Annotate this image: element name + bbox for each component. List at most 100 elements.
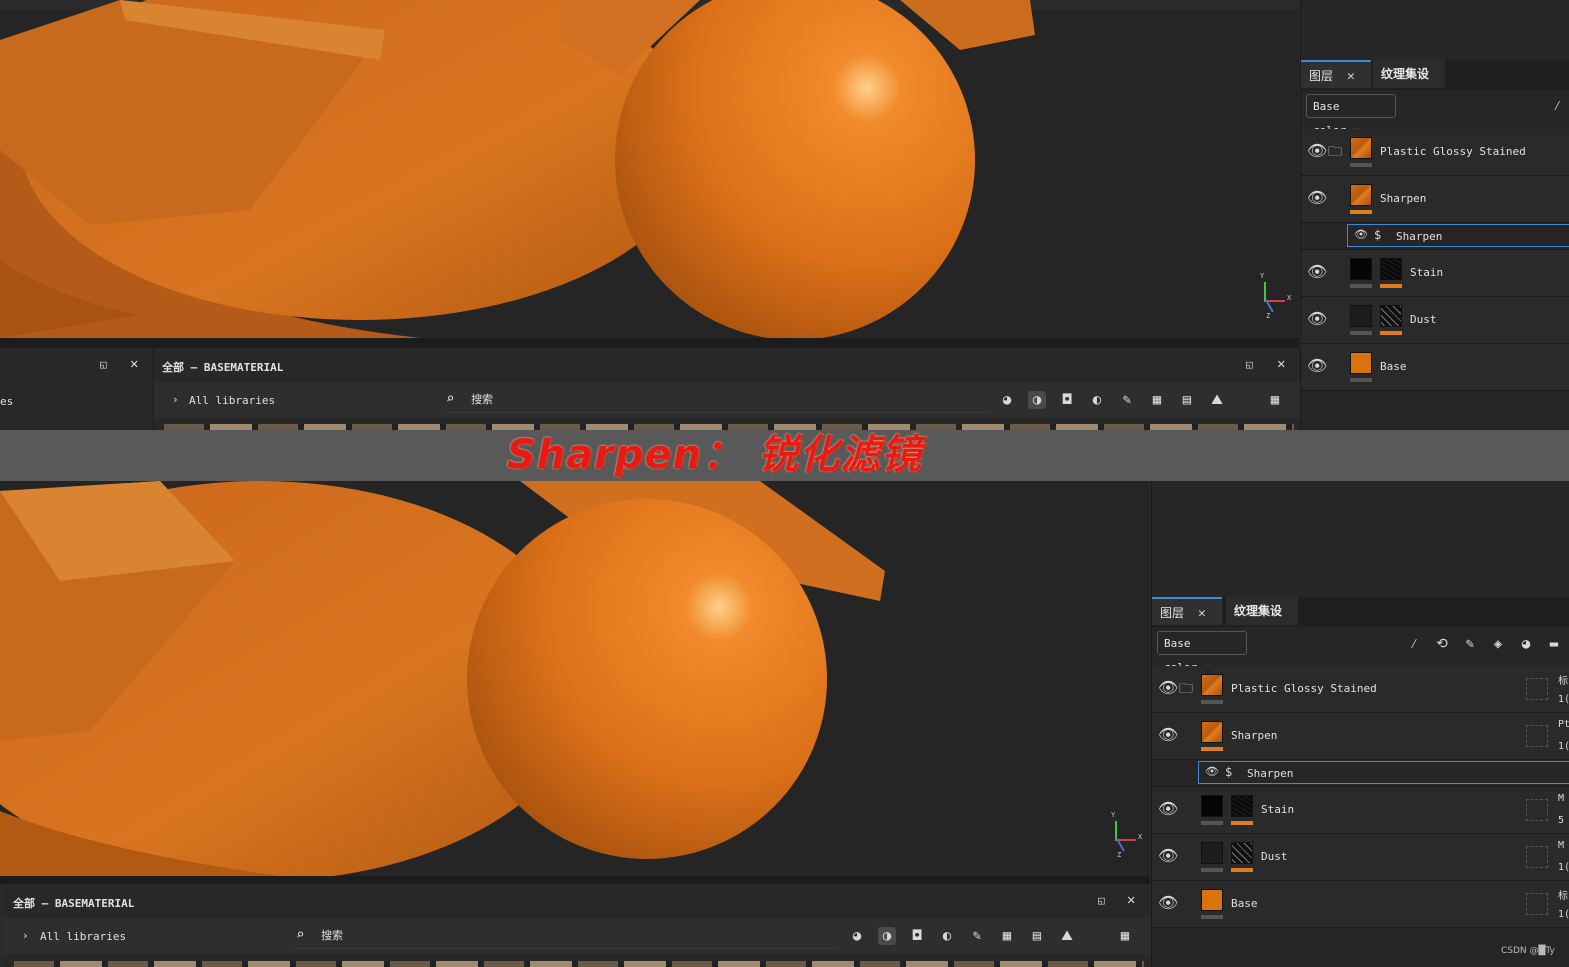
layer-thumbnail [1350, 184, 1372, 206]
blend-mode-label[interactable]: 标 [1558, 887, 1568, 902]
layer-row[interactable]: 👁 🗀 Plastic Glossy Stained [1301, 129, 1569, 176]
filter-environments-icon[interactable]: ⛰ [1208, 391, 1226, 409]
add-smart-material-icon[interactable]: ◕ [1517, 635, 1535, 653]
material-thumbnails-strip [14, 961, 1144, 967]
tab-texture-set[interactable]: 纹理集设置 [1226, 597, 1298, 646]
effect-name: Sharpen [1396, 230, 1443, 243]
filter-materials-icon[interactable]: ◕ [998, 391, 1016, 409]
layer-row[interactable]: 👁 Stain [1301, 250, 1569, 297]
filter-materials-icon[interactable]: ◕ [848, 927, 866, 945]
layer-thumbnail [1350, 137, 1372, 159]
filter-smart-materials-icon[interactable]: ◑ [878, 927, 896, 945]
filter-masks-icon[interactable]: ◘ [908, 927, 926, 945]
viewport-bottom-edge [0, 876, 1150, 884]
search-field[interactable]: ⌕ 搜索 [444, 386, 989, 413]
filter-effect-row[interactable]: 👁 $ Sharpen [1152, 760, 1569, 787]
eye-icon[interactable]: 👁 [1307, 309, 1327, 328]
layer-row[interactable]: 👁 Sharpen [1301, 176, 1569, 223]
blend-mode-label[interactable]: 标 [1558, 672, 1568, 687]
close-icon[interactable]: ✕ [130, 356, 138, 372]
layer-name: Dust [1410, 313, 1437, 326]
add-fill-layer-icon[interactable]: ◈ [1489, 635, 1507, 653]
eye-icon[interactable]: 👁 [1158, 678, 1178, 697]
layer-mask-slot[interactable] [1526, 725, 1548, 747]
eye-icon[interactable]: 👁 [1307, 356, 1327, 375]
axis-x-label: X [1138, 833, 1143, 841]
search-input[interactable]: 搜索 [321, 929, 343, 942]
filter-masks-icon[interactable]: ◘ [1058, 391, 1076, 409]
eye-icon[interactable]: 👁 [1307, 262, 1327, 281]
eye-icon[interactable]: 👁 [1158, 846, 1178, 865]
filter-brushes-icon[interactable]: ✎ [968, 927, 986, 945]
blend-mode-label[interactable]: M [1558, 793, 1564, 804]
chevron-right-icon[interactable]: › [22, 929, 29, 942]
filter-alphas-icon[interactable]: ▤ [1178, 391, 1196, 409]
opacity-value[interactable]: 1( [1558, 862, 1569, 873]
blend-mode-label[interactable]: M [1558, 840, 1564, 851]
close-icon[interactable]: ✕ [1198, 606, 1206, 621]
add-folder-icon[interactable]: ▬ [1545, 635, 1563, 653]
close-icon[interactable]: ✕ [1277, 356, 1285, 372]
maximize-icon[interactable]: ◱ [1246, 358, 1253, 371]
layer-row[interactable]: 👁 Sharpen Pt 1( [1152, 713, 1569, 760]
opacity-value[interactable]: 1( [1558, 694, 1569, 705]
filter-alphas-icon[interactable]: ▤ [1028, 927, 1046, 945]
filter-smart-materials-icon[interactable]: ◑ [1028, 391, 1046, 409]
eye-icon[interactable]: 👁 [1354, 228, 1368, 241]
tab-layers[interactable]: 图层 ✕ [1301, 60, 1371, 88]
add-paint-layer-icon[interactable]: ✎ [1461, 635, 1479, 653]
layer-mask-slot[interactable] [1526, 799, 1548, 821]
layer-row[interactable]: 👁 Base [1301, 344, 1569, 391]
layer-row[interactable]: 👁 Dust M 1( [1152, 834, 1569, 881]
layer-thumbnail [1201, 674, 1223, 696]
layer-mask-slot[interactable] [1526, 678, 1548, 700]
close-icon[interactable]: ✕ [1347, 69, 1355, 84]
all-libraries-button[interactable]: All libraries [189, 394, 275, 407]
eye-icon[interactable]: 👁 [1205, 765, 1219, 778]
search-input[interactable]: 搜索 [471, 393, 493, 406]
opacity-value[interactable]: 1( [1558, 909, 1569, 920]
viewport-3d-top[interactable]: Y X Z [0, 0, 1299, 338]
add-effect-icon[interactable]: ⁄ [1405, 635, 1423, 653]
layer-row[interactable]: 👁 Stain M 5 [1152, 787, 1569, 834]
maximize-icon[interactable]: ◱ [1098, 894, 1105, 907]
filter-textures-icon[interactable]: ▦ [998, 927, 1016, 945]
filter-generators-icon[interactable]: ◐ [938, 927, 956, 945]
filter-generators-icon[interactable]: ◐ [1088, 391, 1106, 409]
eye-icon[interactable]: 👁 [1158, 799, 1178, 818]
layer-thumbnail [1201, 795, 1223, 817]
filter-brushes-icon[interactable]: ✎ [1118, 391, 1136, 409]
viewport-3d-bottom[interactable]: Y X Z [0, 481, 1150, 876]
tab-layers[interactable]: 图层 ✕ [1152, 597, 1222, 625]
grid-icon[interactable]: ▦ [1116, 927, 1134, 945]
axis-z-label: Z [1117, 851, 1122, 859]
maximize-icon[interactable]: ◱ [100, 358, 107, 371]
blend-mode-label[interactable]: Pt [1558, 719, 1569, 730]
chevron-right-icon[interactable]: › [172, 393, 179, 406]
add-mask-icon[interactable]: ⟲ [1433, 635, 1451, 653]
opacity-value[interactable]: 1( [1558, 741, 1569, 752]
grid-icon[interactable]: ▦ [1266, 391, 1284, 409]
layer-mask-slot[interactable] [1526, 846, 1548, 868]
eye-icon[interactable]: 👁 [1307, 141, 1327, 160]
tab-texture-set[interactable]: 纹理集设置 [1373, 60, 1445, 109]
channel-dropdown[interactable]: Base color∨ [1157, 631, 1247, 674]
all-libraries-button[interactable]: All libraries [40, 930, 126, 943]
layer-row[interactable]: 👁 🗀 Plastic Glossy Stained 标 1( [1152, 666, 1569, 713]
layer-mask-slot[interactable] [1526, 893, 1548, 915]
layer-row[interactable]: 👁 Base 标 1( [1152, 881, 1569, 928]
filter-icon[interactable]: ⁄ [1553, 98, 1561, 115]
filter-effect-row[interactable]: 👁 $ Sharpen [1301, 223, 1569, 250]
eye-icon[interactable]: 👁 [1158, 725, 1178, 744]
filter-textures-icon[interactable]: ▦ [1148, 391, 1166, 409]
search-field[interactable]: ⌕ 搜索 [294, 922, 839, 949]
layer-row[interactable]: 👁 Dust [1301, 297, 1569, 344]
layers-panel-top: 图层✕ 纹理集设置 Base color∨ ⁄ 👁 🗀 Plastic Glos… [1300, 0, 1569, 430]
channel-dropdown[interactable]: Base color∨ [1306, 94, 1396, 137]
close-icon[interactable]: ✕ [1127, 892, 1135, 908]
filter-environments-icon[interactable]: ⛰ [1058, 927, 1076, 945]
eye-icon[interactable]: 👁 [1158, 893, 1178, 912]
eye-icon[interactable]: 👁 [1307, 188, 1327, 207]
layer-name: Plastic Glossy Stained [1231, 682, 1377, 695]
opacity-value[interactable]: 5 [1558, 815, 1564, 826]
